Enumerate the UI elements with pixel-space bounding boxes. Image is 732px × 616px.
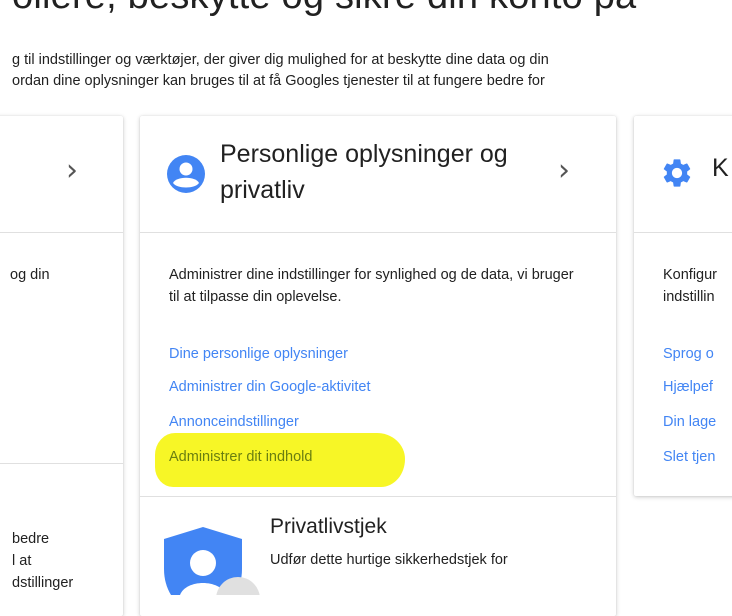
card-description: Administrer dine indstillinger for synli…	[169, 267, 574, 305]
card-title[interactable]: Personlige oplysninger og privatliv	[220, 136, 550, 208]
card-divider	[0, 232, 123, 233]
link-accessibility[interactable]: Hjælpef	[663, 377, 713, 397]
privacy-check-title: Privatlivstjek	[270, 515, 387, 538]
chevron-right-icon[interactable]: ›	[66, 156, 78, 186]
privacy-check-section[interactable]: Privatlivstjek Udfør dette hurtige sikke…	[140, 497, 616, 616]
person-icon	[167, 155, 205, 193]
link-language[interactable]: Sprog o	[663, 344, 714, 364]
card-divider	[140, 232, 616, 233]
card-description-fragment: og din	[10, 267, 50, 283]
link-storage[interactable]: Din lage	[663, 412, 716, 432]
card-divider	[634, 232, 732, 233]
card-lower-line: bedre	[12, 531, 50, 547]
card-title-fragment[interactable]: K	[712, 154, 729, 183]
card-description-line: indstillin	[663, 289, 715, 305]
intro-line-2: ordan dine oplysninger kan bruges til at…	[12, 73, 545, 89]
intro-line-1: g til indstillinger og værktøjer, der gi…	[12, 52, 549, 68]
card-sign-in-security: › og din bedre l at dstillinger	[0, 116, 123, 616]
privacy-check-description: Udfør dette hurtige sikkerhedstjek for	[270, 552, 508, 568]
card-lower-line: l at	[12, 553, 32, 569]
link-personal-info[interactable]: Dine personlige oplysninger	[169, 344, 348, 364]
privacy-check-icon-wrap	[160, 523, 270, 595]
page-header-title: ollere, beskytte og sikre din konto på	[12, 0, 636, 18]
card-divider	[0, 463, 123, 464]
card-lower-line: dstillinger	[12, 575, 74, 591]
chevron-right-icon[interactable]: ›	[558, 156, 570, 186]
card-description-line: Konfigur	[663, 267, 718, 283]
link-google-activity[interactable]: Administrer din Google-aktivitet	[169, 377, 370, 397]
link-manage-content[interactable]: Administrer dit indhold	[169, 447, 312, 467]
gear-icon	[663, 159, 691, 187]
card-account-preferences: K Konfigur indstillin Sprog o Hjælpef Di…	[634, 116, 732, 496]
card-personal-info-privacy: Personlige oplysninger og privatliv › Ad…	[140, 116, 616, 616]
link-ad-settings[interactable]: Annonceindstillinger	[169, 412, 299, 432]
link-delete-services[interactable]: Slet tjen	[663, 447, 715, 467]
shield-person-icon	[164, 527, 260, 595]
intro-text: g til indstillinger og værktøjer, der gi…	[12, 50, 549, 92]
